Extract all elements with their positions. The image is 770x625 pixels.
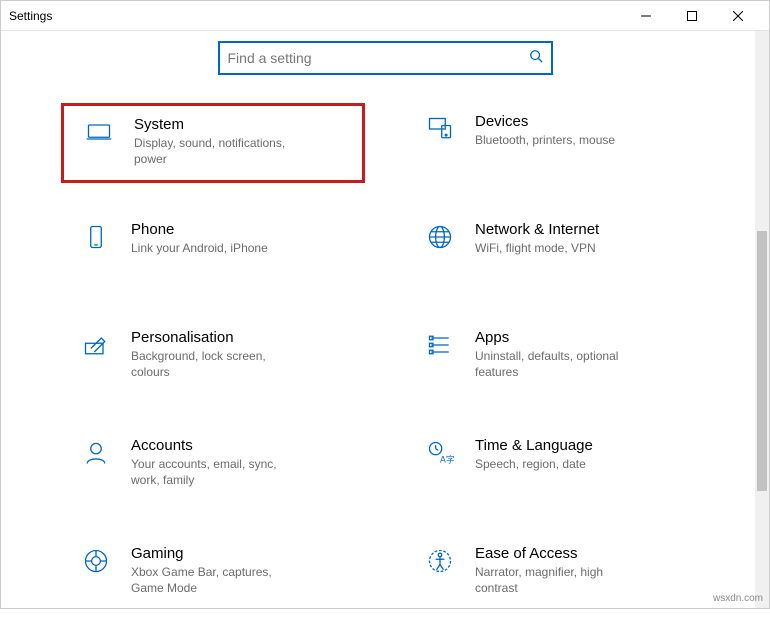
close-icon (733, 11, 743, 21)
search-icon (529, 49, 543, 68)
svg-text:A字: A字 (440, 454, 454, 465)
settings-item-personalisation[interactable]: Personalisation Background, lock screen,… (61, 319, 365, 399)
settings-item-accounts[interactable]: Accounts Your accounts, email, sync, wor… (61, 427, 365, 507)
settings-item-desc: Your accounts, email, sync, work, family (131, 457, 301, 488)
settings-item-desc: Uninstall, defaults, optional features (475, 349, 645, 380)
settings-item-title: Ease of Access (475, 545, 699, 562)
window-title: Settings (9, 9, 52, 23)
network-icon (415, 221, 465, 251)
settings-item-title: Time & Language (475, 437, 699, 454)
settings-item-title: Phone (131, 221, 355, 238)
settings-item-gaming[interactable]: Gaming Xbox Game Bar, captures, Game Mod… (61, 535, 365, 615)
watermark: wsxdn.com (713, 593, 763, 604)
maximize-icon (687, 11, 697, 21)
devices-icon (415, 113, 465, 143)
scrollbar-thumb[interactable] (757, 231, 767, 491)
settings-grid: System Display, sound, notifications, po… (1, 93, 769, 625)
maximize-button[interactable] (669, 1, 715, 31)
settings-item-desc: WiFi, flight mode, VPN (475, 241, 645, 257)
phone-icon (71, 221, 121, 251)
settings-item-time-language[interactable]: A字 Time & Language Speech, region, date (405, 427, 709, 507)
settings-item-phone[interactable]: Phone Link your Android, iPhone (61, 211, 365, 291)
settings-item-title: System (134, 116, 352, 133)
settings-item-title: Accounts (131, 437, 355, 454)
settings-item-desc: Display, sound, notifications, power (134, 136, 304, 167)
gaming-icon (71, 545, 121, 575)
scrollbar[interactable] (755, 31, 769, 608)
accounts-icon (71, 437, 121, 467)
settings-item-title: Personalisation (131, 329, 355, 346)
settings-item-ease-of-access[interactable]: Ease of Access Narrator, magnifier, high… (405, 535, 709, 615)
settings-item-title: Gaming (131, 545, 355, 562)
settings-item-network[interactable]: Network & Internet WiFi, flight mode, VP… (405, 211, 709, 291)
settings-item-title: Devices (475, 113, 699, 130)
search-box[interactable] (218, 41, 553, 75)
search-wrap (1, 31, 769, 93)
minimize-button[interactable] (623, 1, 669, 31)
settings-item-desc: Speech, region, date (475, 457, 645, 473)
ease-of-access-icon (415, 545, 465, 575)
apps-icon (415, 329, 465, 359)
close-button[interactable] (715, 1, 761, 31)
settings-item-apps[interactable]: Apps Uninstall, defaults, optional featu… (405, 319, 709, 399)
settings-item-title: Network & Internet (475, 221, 699, 238)
settings-item-system[interactable]: System Display, sound, notifications, po… (61, 103, 365, 183)
search-input[interactable] (228, 50, 529, 66)
settings-item-desc: Bluetooth, printers, mouse (475, 133, 645, 149)
settings-item-desc: Link your Android, iPhone (131, 241, 301, 257)
system-icon (74, 116, 124, 146)
personalisation-icon (71, 329, 121, 359)
settings-item-desc: Narrator, magnifier, high contrast (475, 565, 645, 596)
settings-item-title: Apps (475, 329, 699, 346)
settings-item-desc: Xbox Game Bar, captures, Game Mode (131, 565, 301, 596)
settings-item-devices[interactable]: Devices Bluetooth, printers, mouse (405, 103, 709, 183)
time-language-icon: A字 (415, 437, 465, 467)
settings-item-desc: Background, lock screen, colours (131, 349, 301, 380)
titlebar: Settings (1, 1, 769, 31)
window-controls (623, 1, 761, 31)
minimize-icon (641, 11, 651, 21)
